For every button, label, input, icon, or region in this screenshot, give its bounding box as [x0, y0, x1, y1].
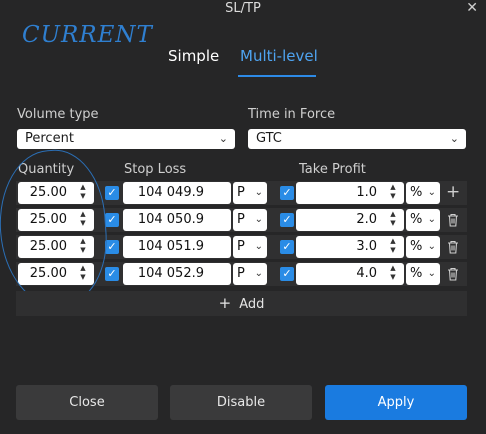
chevron-down-icon: ⌄	[427, 187, 436, 198]
take-profit-checkbox[interactable]: ✓	[280, 213, 294, 227]
stop-loss-unit-select[interactable]: P ⌄	[233, 236, 267, 258]
stepper-arrows-icon[interactable]: ▲ ▼	[388, 264, 398, 282]
active-tab-indicator	[238, 75, 316, 77]
stop-loss-value: 104 052.9	[137, 266, 204, 281]
volume-type-select[interactable]: Percent ⌄	[17, 129, 235, 149]
stop-loss-unit-select[interactable]: P ⌄	[233, 263, 267, 285]
chevron-down-icon: ⌄	[254, 214, 263, 225]
take-profit-column-label: Take Profit	[299, 162, 366, 177]
stop-loss-input[interactable]: 104 049.9	[123, 182, 231, 204]
take-profit-stepper[interactable]: 4.0 ▲ ▼	[296, 263, 404, 285]
stop-loss-unit: P	[237, 266, 245, 281]
handwritten-annotation: CURRENT	[22, 22, 153, 48]
time-in-force-value: GTC	[256, 131, 282, 146]
chevron-down-icon: ⌄	[254, 241, 263, 252]
tab-multi-level[interactable]: Multi-level	[240, 47, 318, 65]
chevron-down-icon: ⌄	[254, 187, 263, 198]
volume-type-label: Volume type	[17, 107, 99, 122]
stop-loss-value: 104 049.9	[137, 185, 204, 200]
stepper-arrows-icon[interactable]: ▲ ▼	[388, 210, 398, 228]
take-profit-unit-select[interactable]: % ⌄	[406, 236, 440, 258]
take-profit-unit-select[interactable]: % ⌄	[406, 209, 440, 231]
stop-loss-unit: P	[237, 185, 245, 200]
stop-loss-value: 104 050.9	[137, 212, 204, 227]
chevron-down-icon: ⌄	[427, 241, 436, 252]
stop-loss-unit: P	[237, 239, 245, 254]
chevron-down-icon: ⌄	[427, 214, 436, 225]
stop-loss-input[interactable]: 104 051.9	[123, 236, 231, 258]
stop-loss-checkbox[interactable]: ✓	[105, 267, 119, 281]
time-in-force-label: Time in Force	[248, 107, 336, 122]
add-level-button[interactable]: + Add	[16, 291, 467, 316]
chevron-down-icon: ⌄	[449, 132, 459, 145]
take-profit-unit: %	[410, 239, 423, 254]
stop-loss-unit-select[interactable]: P ⌄	[233, 182, 267, 204]
take-profit-checkbox[interactable]: ✓	[280, 267, 294, 281]
chevron-down-icon: ⌄	[254, 268, 263, 279]
trash-icon[interactable]	[447, 213, 459, 227]
stop-loss-checkbox[interactable]: ✓	[105, 240, 119, 254]
time-in-force-select[interactable]: GTC ⌄	[248, 129, 466, 149]
chevron-down-icon: ⌄	[427, 268, 436, 279]
stop-loss-unit-select[interactable]: P ⌄	[233, 209, 267, 231]
add-label: Add	[239, 297, 265, 312]
take-profit-value: 4.0	[356, 266, 377, 281]
take-profit-unit: %	[410, 266, 423, 281]
stop-loss-checkbox[interactable]: ✓	[105, 213, 119, 227]
take-profit-unit: %	[410, 185, 423, 200]
take-profit-checkbox[interactable]: ✓	[280, 186, 294, 200]
stepper-arrows-icon[interactable]: ▲ ▼	[388, 183, 398, 201]
window-title: SL/TP	[225, 1, 261, 16]
plus-icon: +	[218, 294, 232, 312]
take-profit-stepper[interactable]: 3.0 ▲ ▼	[296, 236, 404, 258]
take-profit-checkbox[interactable]: ✓	[280, 240, 294, 254]
take-profit-unit: %	[410, 212, 423, 227]
tab-simple[interactable]: Simple	[168, 47, 219, 65]
take-profit-value: 3.0	[356, 239, 377, 254]
volume-type-value: Percent	[25, 131, 74, 146]
stepper-arrows-icon[interactable]: ▲ ▼	[388, 237, 398, 255]
stop-loss-column-label: Stop Loss	[124, 162, 187, 177]
take-profit-stepper[interactable]: 1.0 ▲ ▼	[296, 182, 404, 204]
plus-icon[interactable]: +	[446, 182, 460, 202]
stop-loss-checkbox[interactable]: ✓	[105, 186, 119, 200]
close-icon[interactable]: ✕	[466, 0, 478, 16]
close-button[interactable]: Close	[16, 385, 158, 420]
take-profit-unit-select[interactable]: % ⌄	[406, 182, 440, 204]
take-profit-value: 1.0	[356, 185, 377, 200]
stop-loss-input[interactable]: 104 050.9	[123, 209, 231, 231]
chevron-down-icon: ⌄	[218, 132, 228, 145]
stop-loss-unit: P	[237, 212, 245, 227]
apply-button[interactable]: Apply	[325, 385, 467, 420]
take-profit-stepper[interactable]: 2.0 ▲ ▼	[296, 209, 404, 231]
take-profit-unit-select[interactable]: % ⌄	[406, 263, 440, 285]
disable-button[interactable]: Disable	[170, 385, 312, 420]
take-profit-value: 2.0	[356, 212, 377, 227]
stop-loss-value: 104 051.9	[137, 239, 204, 254]
trash-icon[interactable]	[447, 267, 459, 281]
trash-icon[interactable]	[447, 240, 459, 254]
stop-loss-input[interactable]: 104 052.9	[123, 263, 231, 285]
